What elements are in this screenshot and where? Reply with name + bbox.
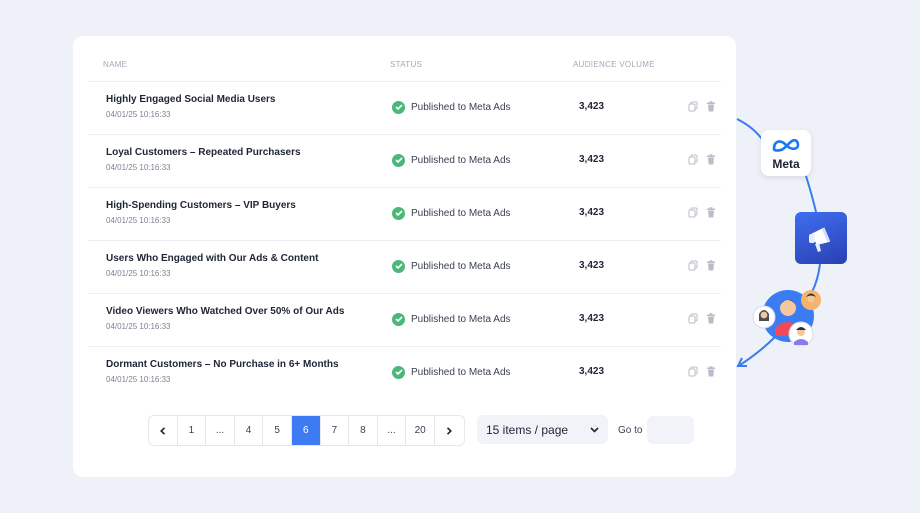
meta-logo-tile: Meta xyxy=(761,130,811,176)
megaphone-icon xyxy=(809,227,831,252)
campaign-tile xyxy=(795,212,847,264)
audience-group-icon xyxy=(752,290,821,347)
meta-label: Meta xyxy=(772,157,800,171)
meta-logo-icon xyxy=(772,138,800,152)
flow-connector xyxy=(736,118,821,367)
